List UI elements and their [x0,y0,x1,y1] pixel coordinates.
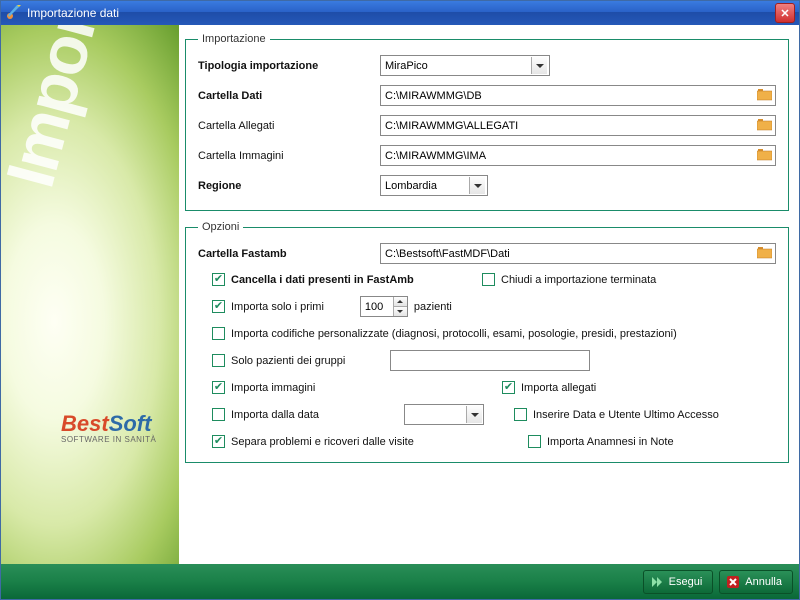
cartella-dati-label: Cartella Dati [198,90,380,102]
importa-anamnesi-checkbox[interactable] [528,435,541,448]
dropdown-arrow-icon [469,177,485,194]
cartella-fastamb-label: Cartella Fastamb [198,248,380,260]
cartella-allegati-input[interactable] [380,115,776,136]
window: Importazione dati ✕ Import BestSoft SOFT… [0,0,800,600]
cancella-dati-label: Cancella i dati presenti in FastAmb [231,274,414,286]
opzioni-legend: Opzioni [198,221,243,233]
importa-codifiche-label: Importa codifiche personalizzate (diagno… [231,328,677,340]
data-select[interactable] [404,404,484,425]
form-area: Importazione Tipologia importazione Cart… [179,25,799,564]
spinner-down-icon[interactable] [393,307,407,316]
footer: Esegui Annulla [1,564,799,599]
inserire-data-checkbox[interactable] [514,408,527,421]
separa-problemi-checkbox[interactable] [212,435,225,448]
play-icon [650,575,664,589]
solo-gruppi-checkbox[interactable] [212,354,225,367]
chiudi-term-label: Chiudi a importazione terminata [501,274,656,286]
annulla-button[interactable]: Annulla [719,570,793,594]
importazione-legend: Importazione [198,33,270,45]
importa-dalla-data-label: Importa dalla data [231,409,319,421]
app-icon [5,5,21,21]
sidebar: Import BestSoft SOFTWARE IN SANITÀ [1,25,179,564]
dropdown-arrow-icon [531,57,547,74]
importazione-group: Importazione Tipologia importazione Cart… [185,33,789,211]
chiudi-term-checkbox[interactable] [482,273,495,286]
importa-dalla-data-checkbox[interactable] [212,408,225,421]
importa-primi-checkbox[interactable] [212,300,225,313]
dropdown-arrow-icon [466,406,482,423]
watermark-text: Import [1,25,118,195]
cartella-immagini-input[interactable] [380,145,776,166]
importa-allegati-checkbox[interactable] [502,381,515,394]
separa-problemi-label: Separa problemi e ricoveri dalle visite [231,436,414,448]
pazienti-spinner[interactable]: 100 [360,296,408,317]
importa-immagini-checkbox[interactable] [212,381,225,394]
cartella-dati-input[interactable] [380,85,776,106]
brand-logo: BestSoft SOFTWARE IN SANITÀ [61,411,156,444]
cartella-fastamb-input[interactable] [380,243,776,264]
cancel-icon [726,575,740,589]
inserire-data-label: Inserire Data e Utente Ultimo Accesso [533,409,719,421]
pazienti-suffix: pazienti [414,301,452,313]
importa-immagini-label: Importa immagini [231,382,315,394]
opzioni-group: Opzioni Cartella Fastamb Cancella i dati… [185,221,789,463]
importa-allegati-label: Importa allegati [521,382,596,394]
window-title: Importazione dati [27,6,775,20]
solo-gruppi-input[interactable] [390,350,590,371]
titlebar: Importazione dati ✕ [1,1,799,25]
regione-select[interactable] [380,175,488,196]
importa-primi-label: Importa solo i primi [231,301,324,313]
cancella-dati-checkbox[interactable] [212,273,225,286]
regione-label: Regione [198,180,380,192]
spinner-up-icon[interactable] [393,297,407,307]
tipologia-select[interactable] [380,55,550,76]
close-button[interactable]: ✕ [775,3,795,23]
solo-gruppi-label: Solo pazienti dei gruppi [231,355,345,367]
cartella-immagini-label: Cartella Immagini [198,150,380,162]
importa-anamnesi-label: Importa Anamnesi in Note [547,436,674,448]
tipologia-label: Tipologia importazione [198,60,380,72]
importa-codifiche-checkbox[interactable] [212,327,225,340]
esegui-button[interactable]: Esegui [643,570,714,594]
cartella-allegati-label: Cartella Allegati [198,120,380,132]
body: Import BestSoft SOFTWARE IN SANITÀ Impor… [1,25,799,564]
